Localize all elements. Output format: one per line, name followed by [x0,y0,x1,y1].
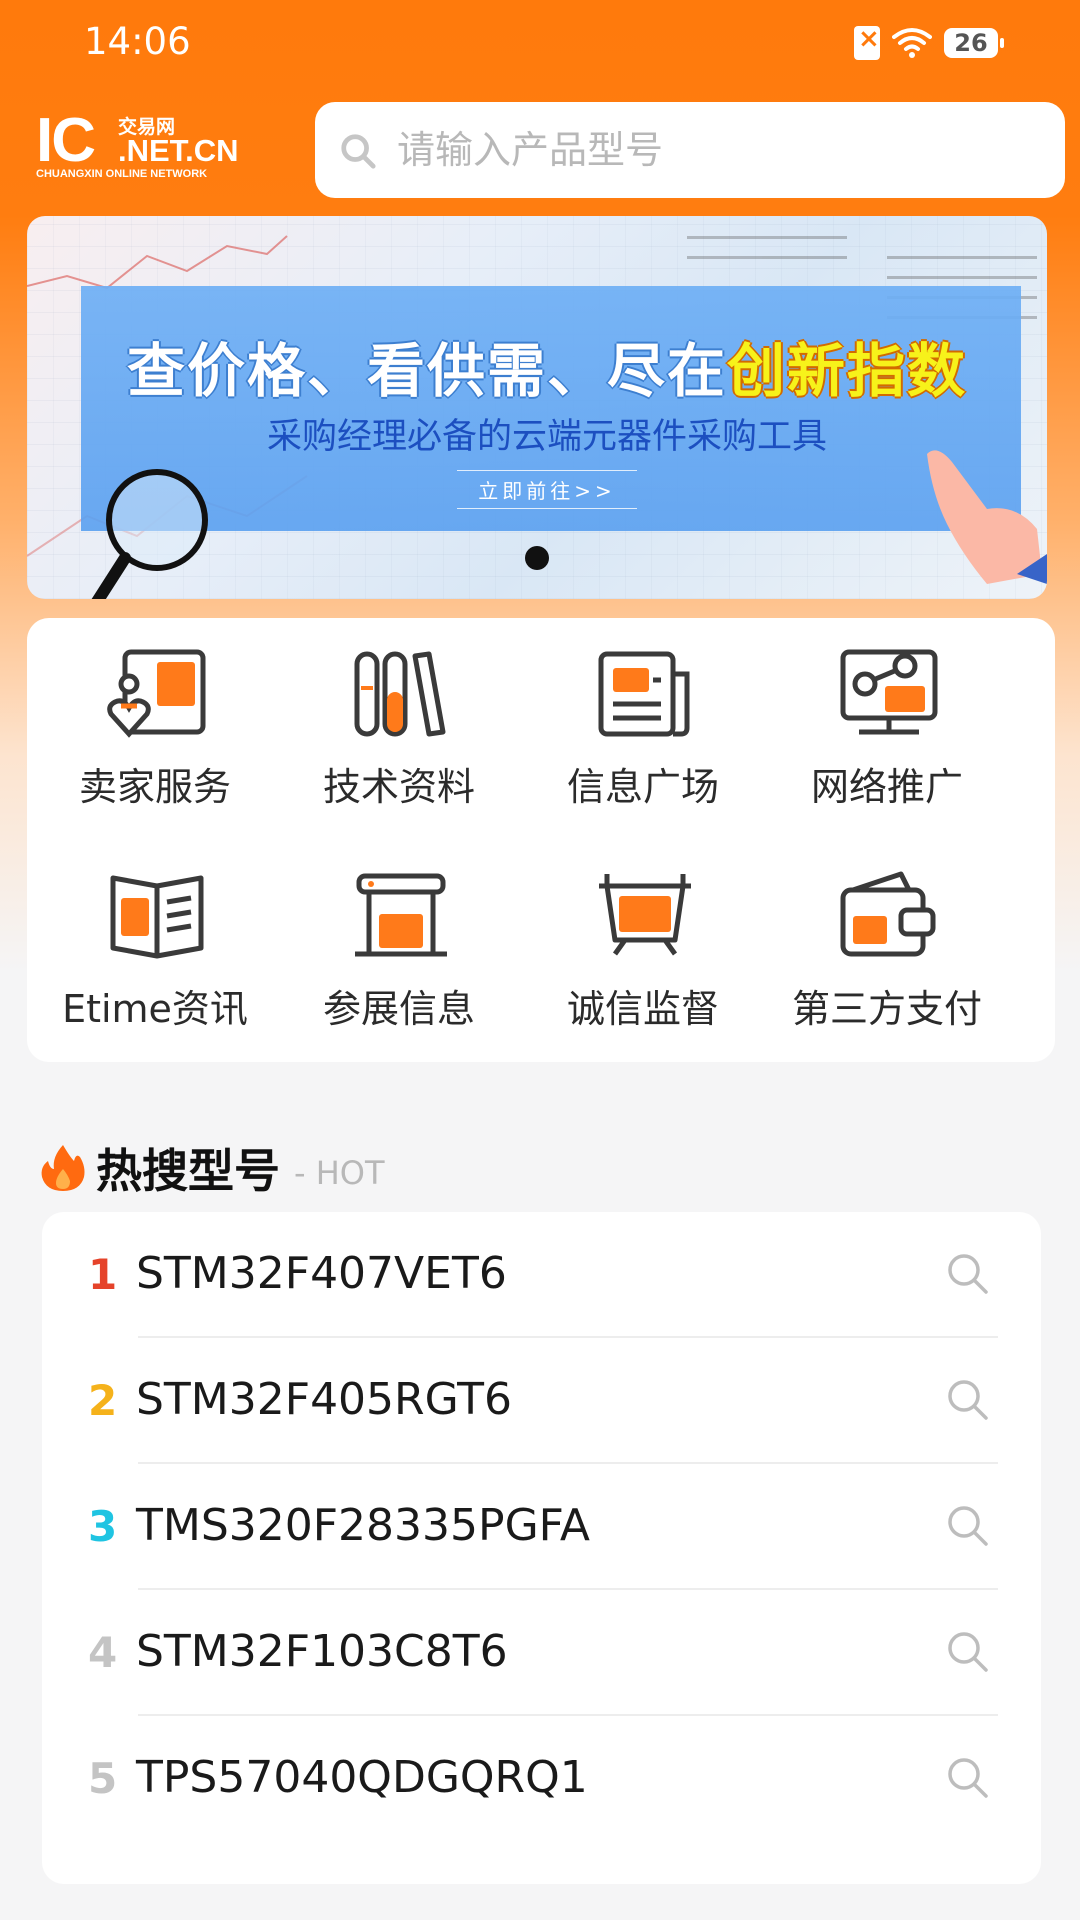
part-number: STM32F407VET6 [136,1248,507,1299]
logo-net-text: .NET.CN [118,133,239,168]
rank-number: 4 [88,1628,118,1677]
network-promo-icon [840,649,938,735]
seller-service-icon [107,649,206,738]
rank-number: 5 [88,1754,118,1803]
search-icon[interactable] [946,1504,990,1548]
feature-integrity[interactable]: 诚信监督 [523,840,763,1031]
carousel-indicator[interactable] [525,546,549,570]
wallet-icon [840,871,936,957]
feature-label: 诚信监督 [566,987,719,1031]
promo-banner[interactable]: 查价格、看供需、尽在创新指数 采购经理必备的云端元器件采购工具 立即前往>> [27,216,1047,599]
hot-section-header: 热搜型号 - HOT [40,1138,385,1198]
search-icon[interactable] [946,1252,990,1296]
tech-docs-icon [354,651,446,737]
feature-network-promo[interactable]: 网络推广 [767,618,1007,809]
feature-info-plaza[interactable]: 信息广场 [523,618,763,809]
feature-label: 参展信息 [322,987,475,1031]
banner-cta-button[interactable]: 立即前往>> [457,470,637,509]
status-bar: 14:06 26 [0,0,1080,90]
magnifier-icon [91,469,208,599]
rank-number: 3 [88,1502,118,1551]
feature-tech-docs[interactable]: 技术资料 [279,618,519,809]
part-number: STM32F405RGT6 [136,1374,513,1425]
search-icon [341,134,376,169]
feature-label: 第三方支付 [791,987,982,1031]
exhibition-icon [355,873,447,957]
hot-list-item[interactable]: 2 STM32F405RGT6 [42,1338,1041,1464]
banner-headline: 查价格、看供需、尽在创新指数 [126,337,968,405]
rank-number: 1 [88,1250,118,1299]
no-sim-icon [854,24,880,60]
feature-third-party-pay[interactable]: 第三方支付 [767,840,1007,1031]
hot-list-item[interactable]: 4 STM32F103C8T6 [42,1590,1041,1716]
feature-label: 卖家服务 [78,765,231,809]
feature-grid: 卖家服务 技术资料 信息广场 网络推广 Etime资讯 参展信息 诚信监督 第三… [27,618,1055,1062]
hot-title: 热搜型号 [96,1144,280,1198]
etime-news-icon [110,875,204,959]
search-icon[interactable] [946,1630,990,1674]
search-icon[interactable] [946,1378,990,1422]
part-number: TPS57040QDGQRQ1 [136,1752,588,1803]
feature-etime-news[interactable]: Etime资讯 [35,840,275,1031]
feature-label: 网络推广 [810,765,963,809]
rank-number: 2 [88,1376,118,1425]
feature-label: Etime资讯 [62,987,248,1031]
hot-list-item[interactable]: 5 TPS57040QDGQRQ1 [42,1716,1041,1842]
status-time: 14:06 [84,20,191,63]
hot-list-item[interactable]: 3 TMS320F28335PGFA [42,1464,1041,1590]
status-icons: 26 [854,24,1004,60]
feature-label: 信息广场 [566,765,719,809]
info-plaza-icon [598,651,690,737]
feature-label: 技术资料 [322,765,475,809]
logo-sub-text: CHUANGXIN ONLINE NETWORK [36,168,208,180]
feature-seller-service[interactable]: 卖家服务 [35,618,275,809]
logo-ic-text: IC [36,106,96,175]
hot-list: 1 STM32F407VET6 2 STM32F405RGT6 3 TMS320… [42,1212,1041,1884]
part-number: TMS320F28335PGFA [136,1500,591,1551]
hot-tag: - HOT [294,1154,385,1192]
search-input[interactable] [397,120,1037,180]
integrity-icon [599,874,691,956]
banner-subtitle: 采购经理必备的云端元器件采购工具 [266,417,827,457]
site-logo[interactable]: IC 交易网 .NET.CN CHUANGXIN ONLINE NETWORK [36,106,239,182]
part-number: STM32F103C8T6 [136,1626,508,1677]
battery-icon: 26 [944,28,1004,58]
pointing-hand-icon [927,450,1047,584]
hot-list-item[interactable]: 1 STM32F407VET6 [42,1212,1041,1338]
wifi-icon [892,28,932,58]
search-box[interactable] [315,102,1065,198]
fire-icon [41,1145,85,1191]
feature-exhibition[interactable]: 参展信息 [279,840,519,1031]
search-icon[interactable] [946,1756,990,1800]
